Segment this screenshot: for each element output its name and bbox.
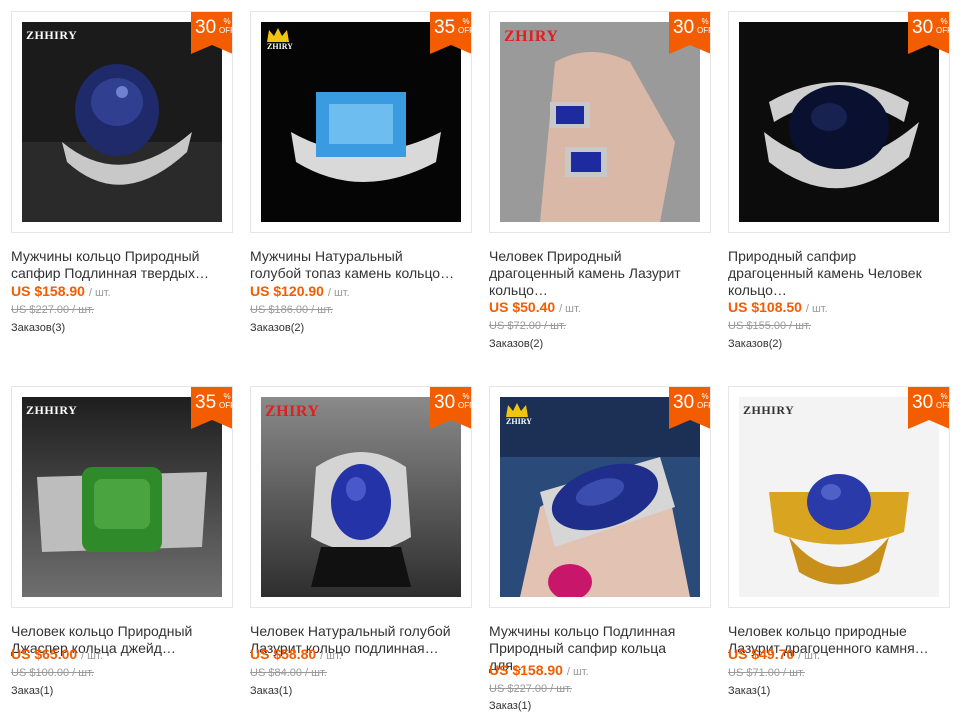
orders-count[interactable]: Заказов(3) [11,322,65,334]
price-unit: / шт. [88,287,111,299]
discount-badge: 30 %OFF [669,387,710,429]
discount-off: %OFF [936,392,949,410]
discount-value: 35 [195,392,217,413]
product-image-frame[interactable]: ZHHIRY 30 %OFF [11,11,233,233]
discount-off: %OFF [697,392,710,410]
old-price: US $227.00 / шт. [11,304,94,316]
discount-value: 30 [673,392,695,413]
price: US $158.90 [11,283,85,299]
price-unit: / шт. [81,650,103,662]
brand-watermark: ZHHIRY [26,403,78,417]
price: US $65.00 [11,646,78,662]
price-unit: / шт. [559,303,581,315]
brand-watermark: ZHIRY [504,28,559,45]
discount-value: 35 [434,17,456,38]
product-image-frame[interactable]: ZHHIRY 35 %OFF [11,386,233,608]
discount-value: 30 [673,17,695,38]
discount-value: 30 [912,392,934,413]
price: US $158.90 [489,662,563,678]
orders-count[interactable]: Заказ(1) [11,685,53,697]
discount-badge: 35 %OFF [430,12,471,54]
old-price: US $100.00 / шт. [11,667,94,679]
old-price: US $155.00 / шт. [728,320,811,332]
product-image-frame[interactable]: ZHIRY 30 %OFF [250,386,472,608]
discount-off: %OFF [219,392,232,410]
discount-badge: 30 %OFF [430,387,471,429]
price-row: US $108.50 / шт. [728,299,828,315]
crown-icon: ZHIRY [265,26,295,51]
old-price: US $71.00 / шт. [728,667,805,679]
price-unit: / шт. [805,303,828,315]
price: US $58.80 [250,646,317,662]
orders-count[interactable]: Заказов(2) [250,322,304,334]
discount-badge: 30 %OFF [191,12,232,54]
old-price: US $72.00 / шт. [489,320,566,332]
old-price: US $227.00 / шт. [489,683,572,695]
product-title[interactable]: Человек Природный драгоценный камень Лаз… [489,248,707,299]
product-image-frame[interactable]: ZHIRY 35 %OFF [250,11,472,233]
discount-value: 30 [434,392,456,413]
discount-value: 30 [912,17,934,38]
discount-badge: 30 %OFF [669,12,710,54]
price-row: US $58.80 / шт. [250,646,342,662]
price-unit: / шт. [320,650,342,662]
discount-value: 30 [195,17,217,38]
price-row: US $65.00 / шт. [11,646,103,662]
price-unit: / шт. [327,287,350,299]
price-row: US $120.90 / шт. [250,283,350,299]
old-price: US $186.00 / шт. [250,304,333,316]
product-image-frame[interactable]: ZHHIRY 30 %OFF [728,386,950,608]
crown-icon: ZHIRY [504,401,534,426]
orders-count[interactable]: Заказ(1) [250,685,292,697]
discount-badge: 30 %OFF [908,12,949,54]
brand-watermark: ZHHIRY [743,403,795,417]
discount-badge: 30 %OFF [908,387,949,429]
old-price: US $84.00 / шт. [250,667,327,679]
discount-off: %OFF [458,17,471,35]
price: US $120.90 [250,283,324,299]
price: US $50.40 [489,299,556,315]
brand-watermark: ZHIRY [265,403,320,420]
product-title[interactable]: Природный сапфир драгоценный камень Чело… [728,248,946,299]
orders-count[interactable]: Заказов(2) [728,338,782,350]
discount-off: %OFF [697,17,710,35]
price: US $49.70 [728,646,795,662]
product-image-frame[interactable]: ZHIRY 30 %OFF [489,386,711,608]
product-title[interactable]: Мужчины Натуральный голубой топаз камень… [250,248,468,282]
discount-off: %OFF [219,17,232,35]
price-row: US $50.40 / шт. [489,299,581,315]
product-image-frame[interactable]: 30 %OFF [728,11,950,233]
price-row: US $158.90 / шт. [11,283,111,299]
price-row: US $158.90 / шт. [489,662,589,678]
orders-count[interactable]: Заказ(1) [489,700,531,712]
orders-count[interactable]: Заказов(2) [489,338,543,350]
brand-watermark: ZHHIRY [26,28,78,42]
product-image-frame[interactable]: ZHIRY 30 %OFF [489,11,711,233]
price: US $108.50 [728,299,802,315]
price-row: US $49.70 / шт. [728,646,820,662]
product-title[interactable]: Мужчины кольцо Природный сапфир Подлинна… [11,248,229,282]
orders-count[interactable]: Заказ(1) [728,685,770,697]
price-unit: / шт. [798,650,820,662]
price-unit: / шт. [566,666,589,678]
discount-badge: 35 %OFF [191,387,232,429]
discount-off: %OFF [936,17,949,35]
discount-off: %OFF [458,392,471,410]
